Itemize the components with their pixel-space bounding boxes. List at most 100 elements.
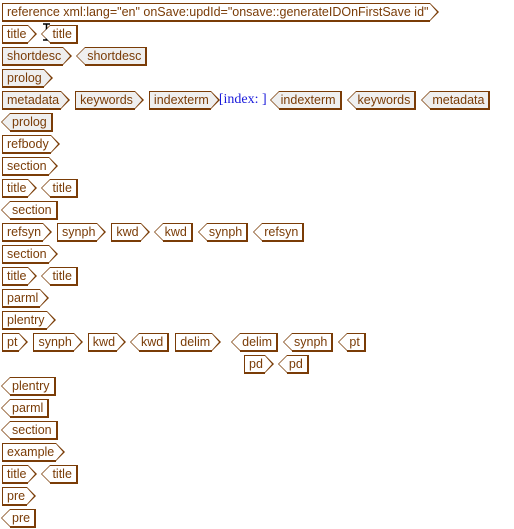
tag-synph-open[interactable]: synph [33,332,84,352]
tag-label: title [52,180,72,195]
tag-reference-open[interactable]: reference xml:lang="en" onSave:updId="on… [2,2,440,22]
tag-label: delim [180,334,211,349]
row-r11: section [2,244,63,264]
tag-parml-open[interactable]: parml [2,288,50,308]
tag-prolog-close[interactable]: prolog [1,112,53,132]
tag-title-open[interactable]: title [2,178,39,198]
tag-pt-open[interactable]: pt [2,332,30,352]
tag-refsyn-open[interactable]: refsyn [2,222,53,242]
tag-label: plentry [7,312,45,327]
row-r2: shortdesc shortdesc [2,46,153,66]
tag-label: metadata [432,92,485,107]
tag-title-close[interactable]: title [41,266,78,286]
row-r18: parml [0,398,55,418]
tag-label: section [12,422,52,437]
row-r4: metadata keywords indexterm [index: ] indext… [2,90,496,110]
tag-label: title [7,466,27,481]
tag-label: title [52,26,72,41]
tag-label: shortdesc [7,48,62,63]
tag-indexterm-open[interactable]: indexterm [148,90,220,110]
tag-pre-close[interactable]: pre [0,508,37,528]
tag-label: kwd [164,224,187,239]
row-r13: parml [2,288,54,308]
tag-label: title [7,268,27,283]
tag-pd-open[interactable]: pd [244,354,274,374]
tag-section-close[interactable]: section [1,200,58,220]
row-r16: pd pd [244,354,315,374]
row-r21: title title [2,464,84,484]
tag-metadata-close[interactable]: metadata [421,90,491,110]
tag-label: title [52,268,72,283]
tag-label: title [52,466,72,481]
tag-pd-close[interactable]: pd [277,354,309,374]
tag-label: section [12,202,52,217]
tag-label: parml [12,400,44,415]
tag-synph-close[interactable]: synph [282,332,334,352]
tag-label: kwd [116,224,139,239]
tag-title-close[interactable]: title [41,464,78,484]
index-term-text[interactable]: [index: ] [219,92,267,108]
tag-label: keywords [357,92,411,107]
tag-section-close[interactable]: section [1,420,58,440]
tag-title-open[interactable]: title [2,464,39,484]
tag-pre-open[interactable]: pre [2,486,37,506]
tag-label: refsyn [264,224,299,239]
tag-label: prolog [12,114,47,129]
tag-label: prolog [7,70,42,85]
tag-delim-open[interactable]: delim [175,332,221,352]
tag-kwd-open[interactable]: kwd [111,222,150,242]
tag-prolog-open[interactable]: prolog [2,68,53,88]
tag-shortdesc-open[interactable]: shortdesc [2,46,73,66]
row-r19: section [1,420,64,440]
row-r10: refsyn synph kwd kwd synph refsyn [2,222,310,242]
tag-title-close[interactable]: title [41,178,78,198]
tag-shortdesc-close[interactable]: shortdesc [76,46,148,66]
tag-indexterm-close[interactable]: indexterm [269,90,342,110]
tag-label: pre [12,510,31,525]
tag-keywords-close[interactable]: keywords [346,90,417,110]
row-r20: example [2,442,70,462]
row-r9: section [1,200,64,220]
tag-pt-close[interactable]: pt [338,332,366,352]
row-r23: pre [0,508,42,528]
tag-keywords-open[interactable]: keywords [75,90,144,110]
tag-label: refbody [7,136,49,151]
tag-label: indexterm [153,92,209,107]
tag-label: section [7,246,47,261]
tag-label: parml [7,290,39,305]
row-r6: refbody [2,134,65,154]
tag-refsyn-close[interactable]: refsyn [253,222,305,242]
tag-kwd-close[interactable]: kwd [129,332,170,352]
tag-example-open[interactable]: example [2,442,66,462]
row-r7: section [2,156,63,176]
tag-label: section [7,158,47,173]
tag-label: synph [38,334,72,349]
tag-label: shortdesc [87,48,142,63]
tag-label: metadata [7,92,60,107]
tag-label: pre [7,488,26,503]
tag-delim-close[interactable]: delim [231,332,279,352]
tag-plentry-close[interactable]: plentry [1,376,56,396]
row-r5: prolog [1,112,59,132]
tag-metadata-open[interactable]: metadata [2,90,71,110]
tag-label: pd [288,356,303,371]
row-r8: title title [2,178,84,198]
tag-section-open[interactable]: section [2,156,58,176]
tag-kwd-close[interactable]: kwd [153,222,193,242]
tag-section-open[interactable]: section [2,244,58,264]
tag-title-close[interactable]: title [41,24,78,44]
row-r12: title title [2,266,84,286]
tag-plentry-open[interactable]: plentry [2,310,55,330]
tag-refbody-open[interactable]: refbody [2,134,60,154]
tag-synph-close[interactable]: synph [197,222,249,242]
tag-label: refsyn [7,224,42,239]
tag-title-open[interactable]: title [2,24,39,44]
tag-label: pt [349,334,360,349]
tag-kwd-open[interactable]: kwd [87,332,127,352]
row-r17: plentry [1,376,62,396]
tag-title-open[interactable]: title [2,266,39,286]
tag-label: example [7,444,55,459]
tag-synph-open[interactable]: synph [57,222,107,242]
row-r15: pt synph kwd kwd delim delim synph pt [2,332,372,352]
tag-parml-close[interactable]: parml [0,398,50,418]
